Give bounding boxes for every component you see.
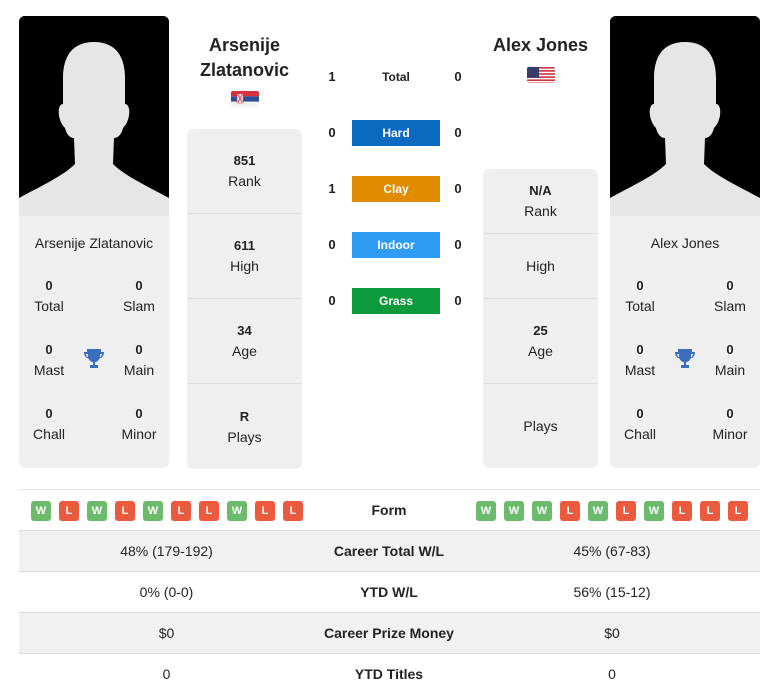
player1-title-total: 0 Total bbox=[34, 278, 64, 314]
form-win-badge[interactable]: W bbox=[532, 501, 552, 521]
h2h-row-total: 1 Total 0 bbox=[320, 64, 470, 90]
form-loss-badge[interactable]: L bbox=[672, 501, 692, 521]
player1-title-mast: 0 Mast bbox=[33, 342, 65, 378]
h2h-p2-value: 0 bbox=[454, 181, 462, 196]
form-win-badge[interactable]: W bbox=[87, 501, 107, 521]
player2-value: $0 bbox=[604, 625, 620, 641]
form-loss-badge[interactable]: L bbox=[283, 501, 303, 521]
comparison-row: 0% (0-0) YTD W/L 56% (15-12) bbox=[19, 571, 760, 612]
player1-value: 48% (179-192) bbox=[120, 543, 213, 559]
stat-label: YTD W/L bbox=[360, 584, 418, 600]
player1-title-chall: 0 Chall bbox=[33, 406, 65, 442]
player2-title-minor: 0 Minor bbox=[712, 406, 748, 442]
trophy-icon bbox=[82, 347, 106, 376]
player2-title-main: 0 Main bbox=[714, 342, 746, 378]
player1-age: 34 Age bbox=[187, 299, 302, 384]
h2h-p1-value: 0 bbox=[328, 237, 336, 252]
h2h-row-indoor: 0 Indoor 0 bbox=[320, 232, 470, 258]
form-loss-badge[interactable]: L bbox=[171, 501, 191, 521]
form-loss-badge[interactable]: L bbox=[115, 501, 135, 521]
player2-titles: 0 Total 0 Slam 0 Mast 0 Main 0 Chall 0 Minor bbox=[610, 255, 760, 465]
form-loss-badge[interactable]: L bbox=[560, 501, 580, 521]
h2h-row-clay: 1 Clay 0 bbox=[320, 176, 470, 202]
surface-clay-badge[interactable]: Clay bbox=[352, 176, 440, 202]
player2-high: High bbox=[483, 234, 598, 299]
h2h-p2-value: 0 bbox=[454, 125, 462, 140]
h2h-p1-value: 0 bbox=[328, 125, 336, 140]
surface-grass-badge[interactable]: Grass bbox=[352, 288, 440, 314]
stat-label: Career Prize Money bbox=[324, 625, 454, 641]
player1-rank: 851 Rank bbox=[187, 129, 302, 214]
player1-value: 0% (0-0) bbox=[139, 584, 194, 600]
player1-stats: 851 Rank 611 High 34 Age R Plays bbox=[187, 129, 302, 469]
form-loss-badge[interactable]: L bbox=[199, 501, 219, 521]
player2-title-total: 0 Total bbox=[625, 278, 655, 314]
h2h-p2-value: 0 bbox=[454, 69, 462, 84]
form-win-badge[interactable]: W bbox=[588, 501, 608, 521]
player2-age: 25 Age bbox=[483, 299, 598, 384]
stat-label: YTD Titles bbox=[354, 666, 424, 682]
serbia-flag-icon bbox=[231, 91, 259, 107]
player1-title-main: 0 Main bbox=[123, 342, 155, 378]
form-loss-badge[interactable]: L bbox=[59, 501, 79, 521]
player2-title-chall: 0 Chall bbox=[624, 406, 656, 442]
player2-stats: N/A Rank High 25 Age Plays bbox=[483, 169, 598, 468]
form-win-badge[interactable]: W bbox=[143, 501, 163, 521]
player1-value: 0 bbox=[162, 666, 171, 682]
player2-card: Alex Jones 0 Total 0 Slam 0 Mast 0 Main 0 Cha… bbox=[610, 16, 760, 468]
player2-title-mast: 0 Mast bbox=[624, 342, 656, 378]
comparison-row: $0 Career Prize Money $0 bbox=[19, 612, 760, 653]
form-loss-badge[interactable]: L bbox=[616, 501, 636, 521]
h2h-p2-value: 0 bbox=[454, 237, 462, 252]
form-win-badge[interactable]: W bbox=[31, 501, 51, 521]
player1-titles: 0 Total 0 Slam 0 Mast 0 Main 0 Chall 0 Minor bbox=[19, 255, 169, 465]
surface-total-badge[interactable]: Total bbox=[352, 64, 440, 90]
player1-plays: R Plays bbox=[227, 408, 262, 445]
player2-value: 56% (15-12) bbox=[573, 584, 651, 600]
stat-label: Career Total W/L bbox=[333, 543, 445, 559]
h2h-row-hard: 0 Hard 0 bbox=[320, 120, 470, 146]
player2-name-label: Alex Jones bbox=[650, 235, 720, 251]
h2h-row-grass: 0 Grass 0 bbox=[320, 288, 470, 314]
player2-value: 0 bbox=[608, 666, 616, 682]
player2-plays: Plays bbox=[523, 418, 558, 434]
player2-photo bbox=[610, 16, 760, 216]
form-loss-badge[interactable]: L bbox=[700, 501, 720, 521]
form-win-badge[interactable]: W bbox=[504, 501, 524, 521]
player1-title-minor: 0 Minor bbox=[121, 406, 157, 442]
player2-title-slam: 0 Slam bbox=[714, 278, 746, 314]
h2h-p1-value: 1 bbox=[328, 181, 336, 196]
player2-form: WWWLWLWLLL bbox=[476, 501, 748, 521]
surface-hard-badge[interactable]: Hard bbox=[352, 120, 440, 146]
player2-value: 45% (67-83) bbox=[573, 543, 651, 559]
surface-indoor-badge[interactable]: Indoor bbox=[352, 232, 440, 258]
player1-form: WLWLWLLWLL bbox=[31, 501, 303, 521]
player1-card: Arsenije Zlatanovic 0 Total 0 Slam 0 Mast 0… bbox=[19, 16, 169, 468]
silhouette-icon bbox=[19, 16, 169, 216]
player1-value: $0 bbox=[158, 625, 175, 641]
form-win-badge[interactable]: W bbox=[227, 501, 247, 521]
form-loss-badge[interactable]: L bbox=[255, 501, 275, 521]
player1-name-label: Arsenije Zlatanovic bbox=[34, 235, 154, 251]
player1-high: 611 High bbox=[187, 214, 302, 299]
player1-title-slam: 0 Slam bbox=[123, 278, 155, 314]
player1-photo bbox=[19, 16, 169, 216]
form-win-badge[interactable]: W bbox=[476, 501, 496, 521]
comparison-table: WLWLWLLWLL Form WWWLWLWLLL 48% (179-192)… bbox=[19, 489, 760, 694]
player1-name[interactable]: Arsenije Zlatanovic bbox=[187, 33, 302, 83]
h2h-p1-value: 0 bbox=[328, 293, 336, 308]
form-label: Form bbox=[371, 502, 407, 518]
player2-rank: N/A Rank bbox=[483, 169, 598, 234]
h2h-p2-value: 0 bbox=[454, 293, 462, 308]
trophy-icon bbox=[673, 347, 697, 376]
comparison-row: 0 YTD Titles 0 bbox=[19, 653, 760, 694]
player2-name[interactable]: Alex Jones bbox=[483, 33, 598, 58]
form-row: WLWLWLLWLL Form WWWLWLWLLL bbox=[19, 489, 760, 530]
usa-flag-icon bbox=[527, 67, 555, 83]
silhouette-icon bbox=[610, 16, 760, 216]
form-loss-badge[interactable]: L bbox=[728, 501, 748, 521]
comparison-row: 48% (179-192) Career Total W/L 45% (67-83) bbox=[19, 530, 760, 571]
form-win-badge[interactable]: W bbox=[644, 501, 664, 521]
h2h-p1-value: 1 bbox=[328, 69, 336, 84]
